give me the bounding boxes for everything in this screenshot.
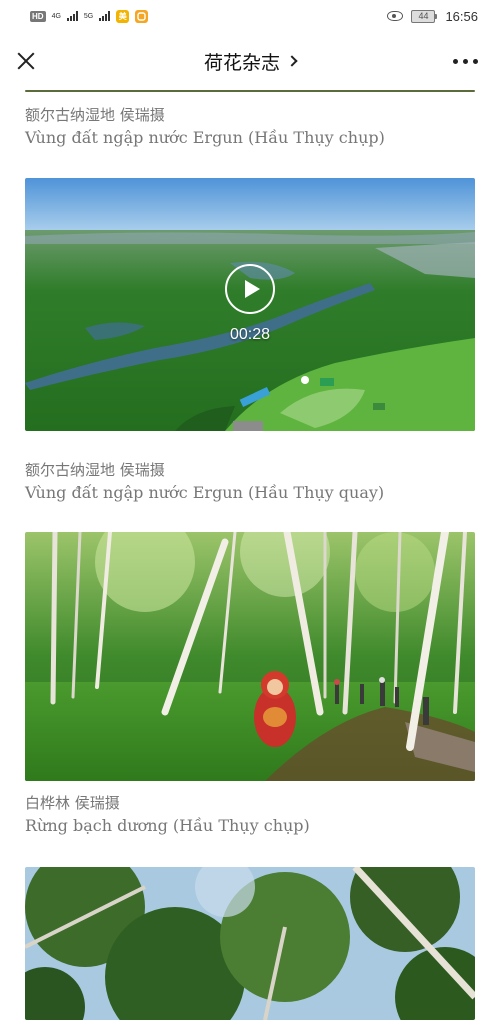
network-5g-label: 5G: [83, 12, 94, 20]
caption-chinese: 额尔古纳湿地 侯瑞摄: [25, 461, 165, 479]
eye-icon: [387, 11, 404, 21]
account-title-link[interactable]: 荷花杂志: [203, 48, 298, 75]
video-caption: 额尔古纳湿地 侯瑞摄 Vùng đất ngập nước Ergun (Hầu…: [25, 459, 475, 505]
status-left: HD 4G 5G 美: [30, 9, 149, 23]
caption-vietnamese: Vùng đất ngập nước Ergun (Hầu Thụy chụp): [25, 128, 385, 147]
network-4g-label: 4G: [51, 12, 61, 20]
forest-canopy-image[interactable]: [25, 867, 475, 1020]
hd-label: HD: [32, 11, 44, 21]
top-nav-bar: 荷花杂志: [0, 32, 500, 90]
image-caption: 白桦林 侯瑞摄 Rừng bạch dương (Hầu Thụy chụp): [25, 792, 475, 838]
app-badge-label: 美: [118, 11, 127, 21]
birch-forest-photo: [25, 532, 475, 781]
clock-time: 16:56: [445, 8, 478, 24]
previous-image-edge: [25, 90, 475, 92]
caption-chinese: 额尔古纳湿地 侯瑞摄: [25, 106, 165, 124]
battery-level: 44: [411, 9, 436, 23]
notification-app-icon: [135, 9, 149, 23]
status-right: 44 16:56: [387, 9, 478, 24]
video-duration: 00:28: [229, 326, 271, 343]
video-player[interactable]: 00:28: [25, 178, 475, 431]
chevron-right-icon: [286, 55, 298, 67]
signal-icon: [66, 11, 78, 21]
caption-vietnamese: Vùng đất ngập nước Ergun (Hầu Thụy quay): [25, 483, 385, 502]
meituan-app-icon: 美: [116, 9, 130, 23]
signal-icon-2: [99, 11, 111, 21]
article-content[interactable]: 额尔古纳湿地 侯瑞摄 Vùng đất ngập nước Ergun (Hầu…: [0, 90, 500, 1020]
battery-icon: 44: [411, 9, 438, 23]
status-bar: HD 4G 5G 美 44 16:56: [0, 0, 500, 32]
birch-forest-image[interactable]: [25, 532, 475, 781]
play-button[interactable]: [225, 264, 275, 314]
image-caption: 额尔古纳湿地 侯瑞摄 Vùng đất ngập nước Ergun (Hầu…: [25, 104, 475, 150]
more-icon[interactable]: [453, 59, 478, 64]
close-icon[interactable]: [14, 49, 38, 73]
caption-vietnamese: Rừng bạch dương (Hầu Thụy chụp): [25, 816, 310, 835]
forest-canopy-photo: [25, 867, 475, 1020]
caption-chinese: 白桦林 侯瑞摄: [25, 794, 120, 812]
page-title: 荷花杂志: [203, 51, 280, 74]
hd-icon: HD: [30, 10, 46, 22]
